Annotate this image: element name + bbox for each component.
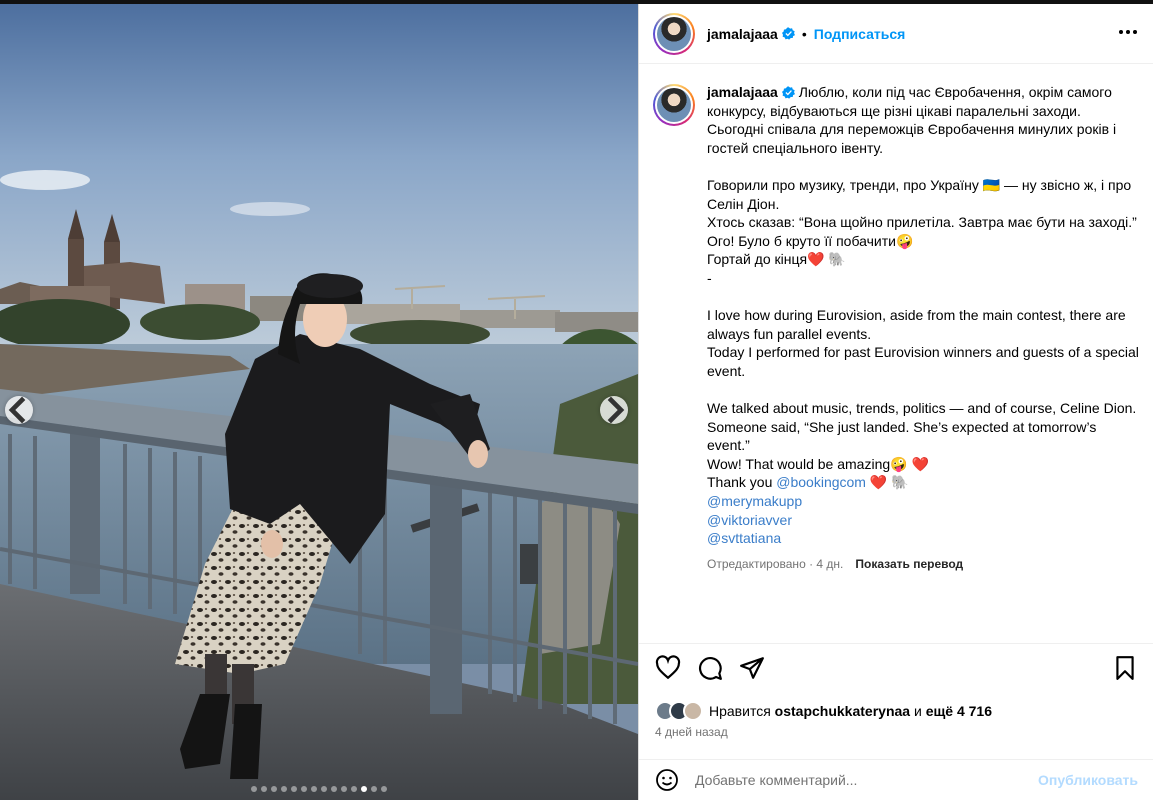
caption-username[interactable]: jamalajaaa bbox=[707, 84, 778, 100]
caption-line bbox=[707, 157, 1140, 176]
caption-line: Говорили про музику, тренди, про Україну… bbox=[707, 176, 1140, 213]
caption-line: Хтось сказав: “Вона щойно прилетіла. Зав… bbox=[707, 213, 1140, 232]
comment-bar: Опубликовать bbox=[639, 759, 1153, 800]
caption-line-text: Говорили про музику, тренди, про Україну… bbox=[707, 176, 1132, 212]
caption-line bbox=[707, 288, 1140, 307]
caption-line: I love how during Eurovision, aside from… bbox=[707, 306, 1140, 343]
mention-link[interactable]: @viktoriavver bbox=[707, 512, 792, 528]
mention-bookingcom[interactable]: @bookingcom bbox=[776, 474, 866, 490]
carousel-dot bbox=[381, 786, 387, 792]
show-translation-button[interactable]: Показать перевод bbox=[855, 555, 963, 574]
author-avatar[interactable] bbox=[653, 12, 695, 55]
carousel-dot bbox=[331, 786, 337, 792]
liker-username[interactable]: ostapchukkaterynaa bbox=[775, 703, 910, 719]
emoji-icon[interactable] bbox=[655, 768, 679, 792]
caption-line: Гортай до кінця❤️ 🐘 bbox=[707, 250, 1140, 269]
caption-area: jamalajaaa Люблю, коли під час Євробачен… bbox=[639, 65, 1153, 643]
caption-avatar[interactable] bbox=[653, 84, 695, 126]
carousel-next-button[interactable] bbox=[600, 396, 628, 424]
carousel-dot bbox=[251, 786, 257, 792]
caption-meta: Отредактировано · 4 дн. Показать перевод bbox=[707, 555, 1140, 574]
caption-line-text: Хтось сказав: “Вона щойно прилетіла. Зав… bbox=[707, 214, 1137, 231]
share-icon[interactable] bbox=[739, 655, 765, 681]
edited-label: Отредактировано · 4 дн. bbox=[707, 556, 844, 571]
carousel-dot bbox=[291, 786, 297, 792]
caption-line-text: Ого! Було б круто її побачити🤪 bbox=[707, 232, 914, 249]
carousel-dot bbox=[271, 786, 277, 792]
post-header: jamalajaaa • Подписаться bbox=[639, 4, 1153, 64]
carousel-dots bbox=[0, 786, 638, 792]
likes-count-button[interactable]: ещё 4 716 bbox=[926, 703, 992, 719]
carousel-dot bbox=[281, 786, 287, 792]
carousel-dot bbox=[361, 786, 367, 792]
post-photo bbox=[0, 4, 638, 800]
carousel-dot bbox=[351, 786, 357, 792]
carousel-prev-button[interactable] bbox=[5, 396, 33, 424]
carousel-dot bbox=[301, 786, 307, 792]
caption-line: Ого! Було б круто її побачити🤪 bbox=[707, 232, 1140, 251]
caption-line: jamalajaaa Люблю, коли під час Євробачен… bbox=[707, 83, 1140, 157]
likes-prefix: Нравится bbox=[709, 703, 775, 719]
caption-line-text: - bbox=[707, 269, 712, 286]
post-time[interactable]: 4 дней назад bbox=[655, 725, 728, 739]
post-panel: jamalajaaa • Подписаться jamalajaaa Любл… bbox=[638, 4, 1153, 800]
more-options-icon[interactable] bbox=[1119, 30, 1137, 34]
carousel-dot bbox=[321, 786, 327, 792]
chevron-left-icon bbox=[8, 396, 26, 424]
mention-link[interactable]: @merymakupp bbox=[707, 493, 802, 509]
action-bar bbox=[639, 643, 1153, 691]
caption-line: Today I performed for past Eurovision wi… bbox=[707, 343, 1140, 380]
post-media[interactable] bbox=[0, 4, 638, 800]
follow-button[interactable]: Подписаться bbox=[814, 26, 906, 42]
verified-badge-icon bbox=[781, 27, 795, 40]
verified-badge-icon bbox=[781, 86, 795, 99]
separator-dot: • bbox=[801, 25, 807, 42]
caption-line: Wow! That would be amazing🤪 ❤️ bbox=[707, 455, 1140, 474]
mention-link[interactable]: @svttatiana bbox=[707, 530, 781, 546]
caption-line-text: We talked about music, trends, politics … bbox=[707, 400, 1137, 417]
caption-line: We talked about music, trends, politics … bbox=[707, 399, 1140, 418]
thanks-suffix: ❤️ 🐘 bbox=[865, 474, 909, 491]
caption-line bbox=[707, 381, 1140, 400]
caption-text: jamalajaaa Люблю, коли під час Євробачен… bbox=[707, 83, 1140, 473]
carousel-dot bbox=[311, 786, 317, 792]
caption-line-text: Someone said, “She just landed. She’s ex… bbox=[707, 418, 1097, 454]
likes-row: Нравится ostapchukkaterynaa и ещё 4 716 bbox=[655, 699, 992, 723]
caption-line-text: Гортай до кінця❤️ 🐘 bbox=[707, 251, 846, 268]
comment-icon[interactable] bbox=[697, 655, 723, 681]
caption-line: Someone said, “She just landed. She’s ex… bbox=[707, 418, 1140, 455]
caption-thanks-line: Thank you @bookingcom ❤️ 🐘 bbox=[707, 473, 1140, 492]
caption-line: - bbox=[707, 269, 1140, 288]
carousel-dot bbox=[371, 786, 377, 792]
carousel-dot bbox=[341, 786, 347, 792]
caption-line-text: I love how during Eurovision, aside from… bbox=[707, 307, 1126, 342]
chevron-right-icon bbox=[607, 396, 625, 424]
liker-avatar[interactable] bbox=[683, 701, 703, 721]
publish-button[interactable]: Опубликовать bbox=[1038, 772, 1138, 788]
author-username[interactable]: jamalajaaa bbox=[707, 26, 778, 42]
caption-body: jamalajaaa Люблю, коли під час Євробачен… bbox=[707, 83, 1140, 573]
caption-line-text: Today I performed for past Eurovision wi… bbox=[707, 344, 1139, 379]
comment-input[interactable] bbox=[695, 772, 1015, 788]
carousel-dot bbox=[261, 786, 267, 792]
caption-line-text: Wow! That would be amazing🤪 ❤️ bbox=[707, 455, 929, 472]
likes-text: Нравится ostapchukkaterynaa и ещё 4 716 bbox=[709, 703, 992, 719]
heart-icon[interactable] bbox=[655, 654, 681, 681]
likes-and: и bbox=[910, 703, 926, 719]
bookmark-icon[interactable] bbox=[1112, 655, 1138, 681]
thanks-prefix: Thank you bbox=[707, 474, 777, 491]
